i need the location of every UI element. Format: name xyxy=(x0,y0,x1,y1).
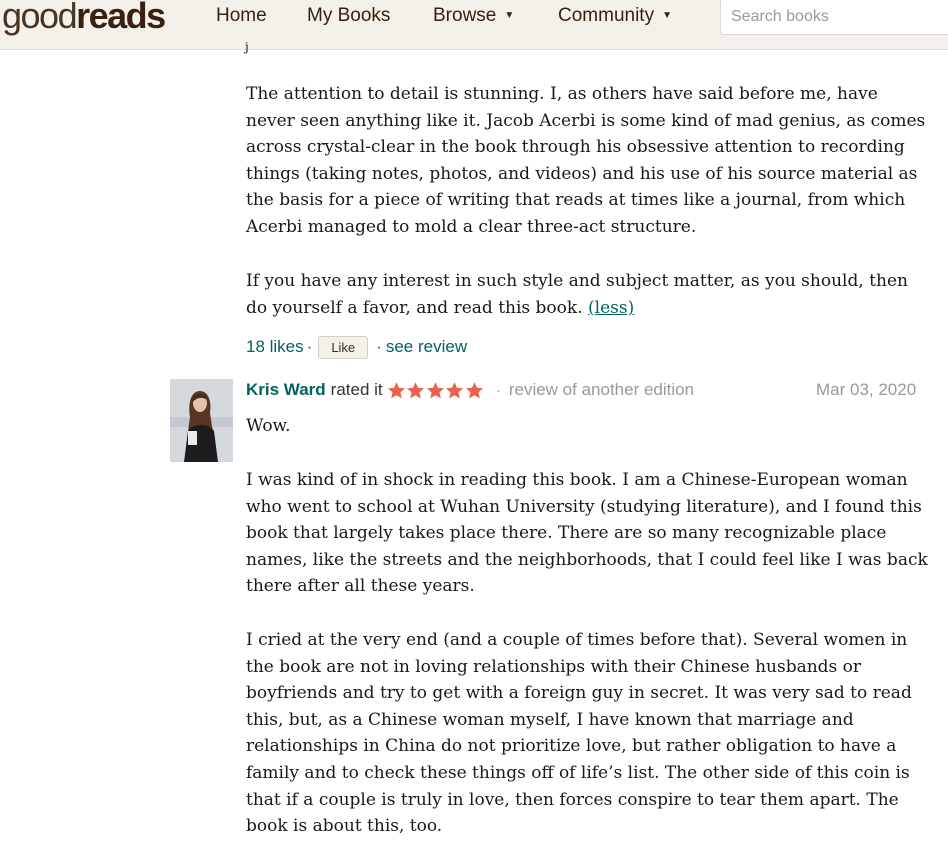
see-review-link[interactable]: see review xyxy=(386,337,467,357)
review-paragraph: I cried at the very end (and a couple of… xyxy=(246,630,912,837)
star-icon xyxy=(426,381,444,398)
nav-community[interactable]: Community ▼ xyxy=(558,4,672,31)
likes-count-link[interactable]: 18 likes xyxy=(246,337,304,357)
clipped-text-fragment: j xyxy=(245,40,249,54)
rated-label: rated it xyxy=(330,380,383,399)
like-button[interactable]: Like xyxy=(318,335,369,359)
separator-dot: · xyxy=(496,382,501,398)
reviewer-avatar[interactable] xyxy=(170,379,233,462)
search-input[interactable] xyxy=(720,0,948,35)
review-date-link[interactable]: Mar 03, 2020 xyxy=(816,380,916,400)
star-icon xyxy=(446,381,464,398)
review-paragraph: If you have any interest in such style a… xyxy=(246,271,908,318)
review-actions: 18 likes · Like · see review xyxy=(246,334,467,360)
nav-home[interactable]: Home xyxy=(216,4,267,28)
review-paragraph: I was kind of in shock in reading this b… xyxy=(246,470,928,597)
less-link[interactable]: (less) xyxy=(588,298,634,318)
avatar-photo xyxy=(170,379,233,462)
goodreads-logo[interactable]: goodreads xyxy=(2,0,166,36)
caret-down-icon: ▼ xyxy=(504,10,515,21)
reviewer-name-link[interactable]: Kris Ward xyxy=(246,380,326,400)
separator-dot: · xyxy=(376,337,382,356)
caret-down-icon: ▼ xyxy=(662,10,672,21)
star-icon xyxy=(387,381,405,398)
review-paragraph: Wow. xyxy=(246,416,291,436)
review-header: Kris Ward rated it · review of another e… xyxy=(246,376,694,404)
star-rating xyxy=(387,381,485,400)
edition-note-link[interactable]: review of another edition xyxy=(509,380,694,400)
review-paragraph: The attention to detail is stunning. I, … xyxy=(246,84,926,237)
nav-my-books[interactable]: My Books xyxy=(307,4,390,28)
star-icon xyxy=(465,381,483,398)
star-icon xyxy=(407,381,425,398)
site-header: goodreads Home My Books Browse ▼ Communit… xyxy=(0,0,948,50)
separator-dot: · xyxy=(306,337,313,356)
nav-browse[interactable]: Browse ▼ xyxy=(433,4,514,31)
